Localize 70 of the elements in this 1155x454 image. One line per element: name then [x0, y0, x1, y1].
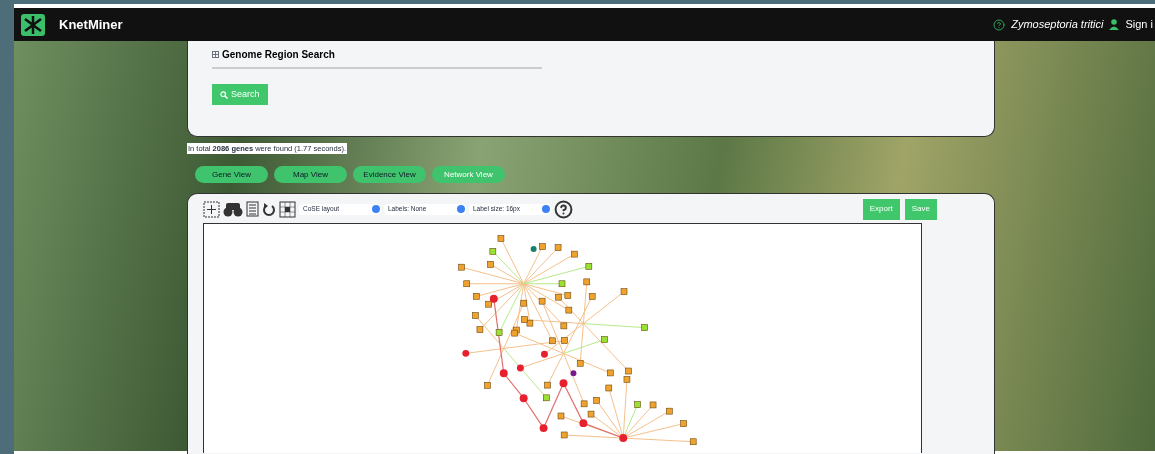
graph-node — [601, 336, 608, 344]
graph-node — [462, 350, 470, 358]
graph-node — [560, 322, 568, 330]
graph-node — [538, 298, 546, 305]
graph-node — [519, 394, 528, 403]
graph-node — [499, 369, 508, 378]
graph-node — [585, 263, 593, 270]
graph-node — [605, 384, 613, 392]
graph-node — [487, 261, 494, 268]
view-tab[interactable]: Map View — [274, 166, 347, 184]
graph-node — [539, 243, 546, 251]
graph-node — [561, 337, 568, 345]
graph-node — [620, 288, 628, 296]
graph-node — [649, 401, 657, 409]
graph-node — [680, 420, 687, 428]
species-name[interactable]: Zymoseptoria tritici — [1011, 16, 1104, 33]
view-tab[interactable]: Gene View — [195, 166, 268, 184]
graph-node — [558, 280, 566, 288]
graph-node — [497, 235, 505, 242]
graph-node — [555, 294, 562, 301]
graph-node — [484, 382, 491, 389]
graph-node — [489, 248, 497, 255]
graph-node — [539, 424, 548, 433]
binoculars-icon[interactable] — [223, 201, 243, 217]
fit-icon[interactable] — [203, 200, 220, 218]
graph-node — [473, 293, 480, 300]
graph-node — [544, 382, 551, 389]
graph-node — [689, 438, 697, 446]
graph-node — [458, 264, 465, 271]
section-title: Genome Region Search — [222, 48, 335, 62]
graph-node — [666, 408, 673, 415]
graph-node — [565, 307, 573, 314]
graph-node — [543, 394, 550, 402]
graph-node — [554, 244, 562, 252]
graph-node — [583, 278, 591, 286]
graph-node — [580, 400, 588, 408]
graph-node — [489, 294, 498, 303]
graph-node — [579, 419, 588, 428]
graph-node — [549, 337, 556, 345]
grid-icon[interactable] — [279, 200, 296, 218]
graph-node — [472, 312, 479, 320]
graph-node — [557, 412, 565, 420]
sign-in-link[interactable]: Sign i — [1125, 16, 1153, 33]
help-icon[interactable] — [554, 199, 573, 219]
graph-node — [588, 293, 596, 300]
graph-node — [619, 434, 628, 443]
graph-node — [570, 370, 577, 377]
graph-node — [560, 431, 568, 439]
brand-name: KnetMiner — [59, 15, 123, 34]
graph-node — [463, 280, 470, 288]
graph-node — [571, 251, 578, 258]
expand-icon[interactable] — [212, 51, 219, 58]
graph-node — [634, 401, 641, 409]
graph-node — [641, 324, 648, 332]
refresh-icon[interactable] — [262, 201, 276, 217]
view-tab[interactable]: Evidence View — [353, 166, 426, 184]
graph-node — [530, 246, 537, 253]
graph-node — [495, 329, 503, 337]
graph-node — [593, 397, 600, 404]
graph-node — [607, 369, 614, 377]
graph-node — [476, 326, 484, 334]
graph-node — [564, 292, 572, 300]
graph-node — [576, 360, 584, 367]
user-icon — [1109, 19, 1120, 30]
graph-node — [516, 364, 524, 372]
search-icon — [220, 90, 228, 99]
graph-node — [559, 379, 568, 388]
graph-node — [520, 300, 528, 307]
logo-icon — [20, 12, 46, 37]
graph-node — [540, 350, 548, 358]
